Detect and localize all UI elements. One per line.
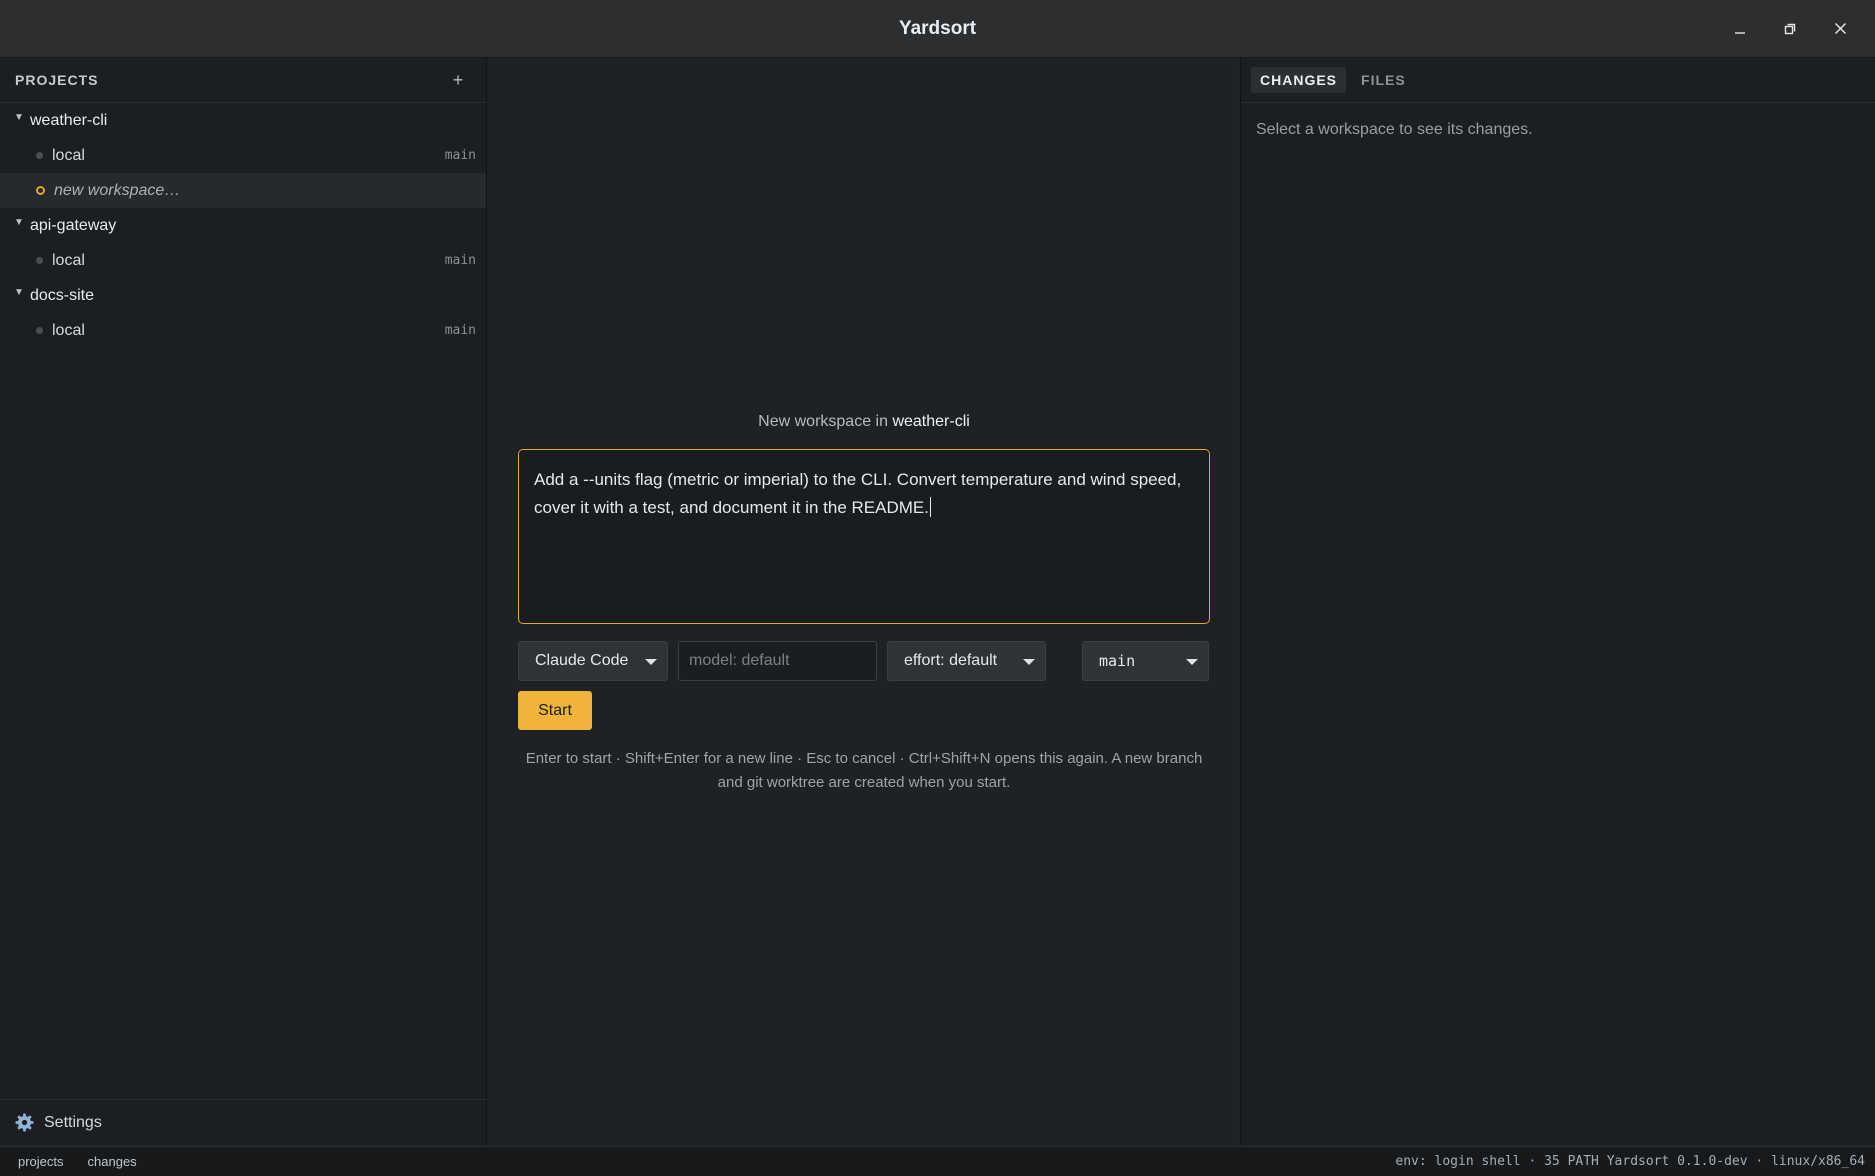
title-bar: Yardsort [0, 0, 1875, 58]
workspace-name: local [52, 146, 85, 164]
window-controls [1715, 0, 1865, 57]
workspace-item[interactable]: local main [0, 313, 486, 348]
prompt-textarea[interactable]: Add a --units flag (metric or imperial) … [518, 449, 1210, 624]
settings-button[interactable]: Settings [0, 1099, 486, 1145]
workspace-name: local [52, 321, 85, 339]
workspace-status-dot [36, 152, 43, 159]
close-icon[interactable] [1815, 9, 1865, 49]
project-docs-site[interactable]: ▼ docs-site [0, 278, 486, 313]
gear-icon [15, 1113, 34, 1132]
workspace-branch: main [444, 253, 476, 268]
projects-sidebar: PROJECTS + ▼ weather-cli local main new … [0, 58, 487, 1145]
dialog-title-prefix: New workspace in [758, 413, 888, 430]
minimize-icon[interactable] [1715, 9, 1765, 49]
effort-select[interactable]: effort: default [887, 641, 1046, 681]
tab-files[interactable]: FILES [1352, 67, 1415, 93]
dialog-title: New workspace in weather-cli [518, 408, 1210, 436]
tab-changes[interactable]: CHANGES [1251, 67, 1347, 93]
project-weather-cli[interactable]: ▼ weather-cli [0, 103, 486, 138]
workspace-status-dot [36, 327, 43, 334]
projects-heading: PROJECTS [15, 72, 99, 88]
pending-status-dot [36, 186, 45, 195]
workspace-status-dot [36, 257, 43, 264]
settings-label: Settings [44, 1113, 102, 1131]
workspace-item[interactable]: local main [0, 138, 486, 173]
expand-triangle-icon[interactable]: ▼ [14, 112, 30, 123]
statusbar-changes[interactable]: changes [88, 1154, 137, 1169]
branch-select-value: main [1099, 652, 1136, 670]
workspace-item[interactable]: local main [0, 243, 486, 278]
restore-icon[interactable] [1765, 9, 1815, 49]
branch-select[interactable]: main [1082, 641, 1209, 681]
changes-panel: CHANGES FILES Select a workspace to see … [1240, 58, 1875, 1145]
workspace-branch: main [444, 323, 476, 338]
dialog-controls: Claude Code effort: default main [518, 641, 1210, 681]
dialog-project-name: weather-cli [892, 413, 970, 430]
dialog-hint: Enter to start · Shift+Enter for a new l… [525, 750, 1203, 791]
statusbar-info: env: login shell · 35 PATH Yardsort 0.1.… [1395, 1154, 1865, 1169]
window-title: Yardsort [898, 18, 977, 39]
chevron-down-icon [1023, 659, 1035, 665]
changes-empty-message: Select a workspace to see its changes. [1256, 121, 1533, 138]
agent-select[interactable]: Claude Code [518, 641, 668, 681]
expand-triangle-icon[interactable]: ▼ [14, 217, 30, 228]
chevron-down-icon [645, 659, 657, 665]
changes-tabs: CHANGES FILES [1241, 58, 1875, 103]
project-api-gateway[interactable]: ▼ api-gateway [0, 208, 486, 243]
new-workspace-dialog: New workspace in weather-cli Add a --uni… [518, 408, 1210, 795]
prompt-text: Add a --units flag (metric or imperial) … [534, 470, 1182, 517]
statusbar-projects[interactable]: projects [18, 1154, 64, 1169]
add-project-button[interactable]: + [446, 70, 470, 91]
workspace-branch: main [444, 148, 476, 163]
workspace-name: local [52, 251, 85, 269]
project-name: docs-site [30, 286, 95, 304]
start-button[interactable]: Start [518, 691, 592, 730]
expand-triangle-icon[interactable]: ▼ [14, 287, 30, 298]
agent-select-value: Claude Code [535, 652, 629, 669]
text-caret [929, 497, 931, 517]
chevron-down-icon [1186, 659, 1198, 665]
project-name: api-gateway [30, 216, 117, 234]
model-input[interactable] [678, 641, 877, 681]
effort-select-value: effort: default [904, 652, 998, 669]
project-name: weather-cli [30, 111, 108, 129]
projects-header: PROJECTS + [0, 58, 486, 103]
pending-workspace-item[interactable]: new workspace… [0, 173, 486, 208]
pending-workspace-name: new workspace… [54, 181, 181, 199]
status-bar: projects changes env: login shell · 35 P… [0, 1146, 1875, 1176]
